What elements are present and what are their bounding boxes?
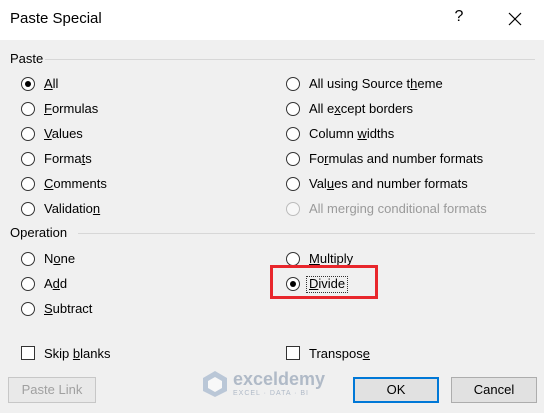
transpose-checkbox[interactable] (286, 346, 300, 360)
operation-multiply-label[interactable]: Multiply (309, 251, 353, 266)
paste-column-widths-radio[interactable] (286, 127, 300, 141)
operation-none-radio[interactable] (21, 252, 35, 266)
paste-column-widths-label[interactable]: Column widths (309, 126, 394, 141)
transpose-label[interactable]: Transpose (309, 346, 370, 361)
focus-rectangle (306, 276, 348, 293)
paste-values-radio[interactable] (21, 127, 35, 141)
paste-validation-label[interactable]: Validation (44, 201, 100, 216)
paste-formulas-and-number-formats-radio[interactable] (286, 152, 300, 166)
paste-validation-radio[interactable] (21, 202, 35, 216)
watermark-tagline: EXCEL · DATA · BI (233, 390, 309, 397)
operation-multiply-radio[interactable] (286, 252, 300, 266)
paste-formats-radio[interactable] (21, 152, 35, 166)
exceldemy-logo-icon (203, 371, 227, 397)
paste-all-radio[interactable] (21, 77, 35, 91)
operation-divider (78, 233, 535, 234)
skip-blanks-label[interactable]: Skip blanks (44, 346, 111, 361)
dialog-title: Paste Special (10, 10, 102, 27)
paste-all-except-borders-radio[interactable] (286, 102, 300, 116)
title-bar: Paste Special ? (0, 0, 544, 40)
paste-formats-label[interactable]: Formats (44, 151, 92, 166)
paste-values-and-number-formats-label[interactable]: Values and number formats (309, 176, 468, 191)
paste-comments-radio[interactable] (21, 177, 35, 191)
cancel-button[interactable]: Cancel (451, 377, 537, 403)
operation-subtract-label[interactable]: Subtract (44, 301, 92, 316)
paste-all-label[interactable]: All (44, 76, 58, 91)
paste-formulas-radio[interactable] (21, 102, 35, 116)
paste-formulas-label[interactable]: Formulas (44, 101, 98, 116)
operation-add-label[interactable]: Add (44, 276, 67, 291)
paste-comments-label[interactable]: Comments (44, 176, 107, 191)
operation-section-label: Operation (10, 225, 68, 240)
paste-all-using-source-theme-label[interactable]: All using Source theme (309, 76, 443, 91)
watermark-name: exceldemy (233, 369, 326, 389)
exceldemy-watermark: exceldemy EXCEL · DATA · BI (199, 368, 349, 402)
paste-values-and-number-formats-radio[interactable] (286, 177, 300, 191)
close-button[interactable] (502, 6, 528, 32)
paste-formulas-and-number-formats-label[interactable]: Formulas and number formats (309, 151, 483, 166)
radio-selected-dot (25, 81, 31, 87)
paste-values-label[interactable]: Values (44, 126, 83, 141)
operation-add-radio[interactable] (21, 277, 35, 291)
paste-all-merging-conditional-formats-radio (286, 202, 300, 216)
skip-blanks-checkbox[interactable] (21, 346, 35, 360)
paste-divider (45, 59, 535, 60)
paste-section-label: Paste (10, 51, 44, 66)
help-button[interactable]: ? (449, 8, 469, 30)
ok-button[interactable]: OK (353, 377, 439, 403)
paste-all-merging-conditional-formats-label: All merging conditional formats (309, 201, 487, 216)
paste-all-using-source-theme-radio[interactable] (286, 77, 300, 91)
paste-link-button[interactable]: Paste Link (8, 377, 96, 403)
paste-all-except-borders-label[interactable]: All except borders (309, 101, 413, 116)
operation-none-label[interactable]: None (44, 251, 75, 266)
operation-subtract-radio[interactable] (21, 302, 35, 316)
close-icon (508, 12, 522, 26)
